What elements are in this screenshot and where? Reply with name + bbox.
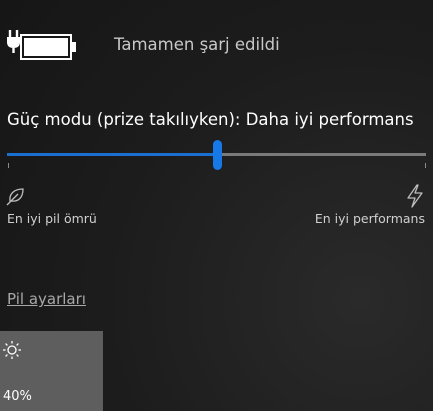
slider-max-label: En iyi performans <box>314 211 425 226</box>
battery-flyout: Tamamen şarj edildi Güç modu (prize takı… <box>0 0 433 411</box>
power-mode-title: Güç modu (prize takılıyken): Daha iyi pe… <box>7 110 414 129</box>
brightness-tile[interactable]: 40% <box>0 331 103 411</box>
battery-status-row: Tamamen şarj edildi <box>7 28 427 66</box>
slider-fill <box>7 153 217 156</box>
brightness-value: 40% <box>3 389 32 404</box>
slider-min-label: En iyi pil ömrü <box>7 211 97 226</box>
leaf-icon <box>6 186 26 206</box>
lightning-bolt-icon <box>404 184 426 208</box>
slider-tick-max <box>425 163 426 168</box>
sun-icon <box>2 340 22 360</box>
slider-tick-min <box>8 163 9 168</box>
battery-settings-link[interactable]: Pil ayarları <box>7 290 86 308</box>
power-mode-slider[interactable] <box>7 140 426 170</box>
battery-plugged-icon <box>7 28 77 64</box>
slider-thumb[interactable] <box>212 140 222 170</box>
battery-status-text: Tamamen şarj edildi <box>114 35 280 54</box>
